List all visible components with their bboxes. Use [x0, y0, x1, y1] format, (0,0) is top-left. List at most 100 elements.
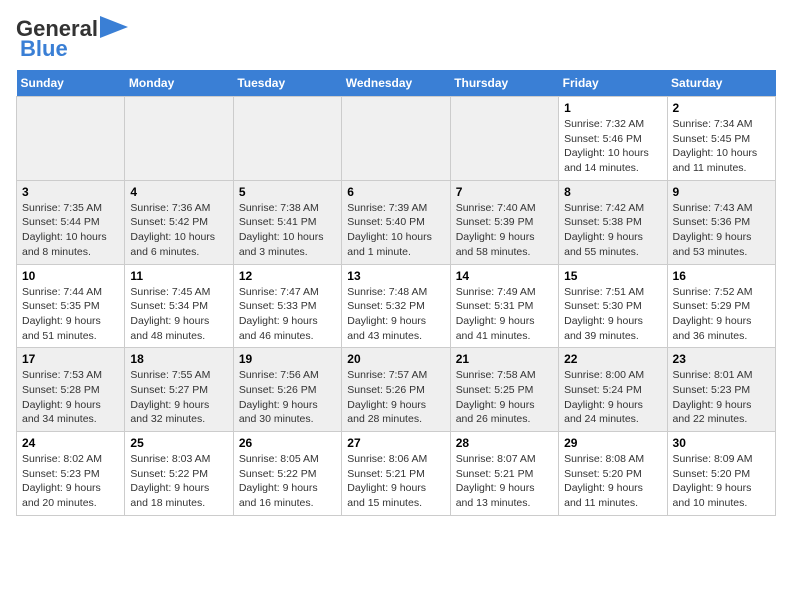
- calendar-cell: 15 Sunrise: 7:51 AM Sunset: 5:30 PM Dayli…: [559, 264, 667, 348]
- calendar-cell: 23 Sunrise: 8:01 AM Sunset: 5:23 PM Dayli…: [667, 348, 775, 432]
- day-info: Sunrise: 7:44 AM Sunset: 5:35 PM Dayligh…: [22, 285, 119, 344]
- calendar-cell: 25Sunrise: 8:03 AM Sunset: 5:22 PM Dayli…: [125, 432, 233, 516]
- day-number: 2: [673, 101, 770, 115]
- logo: General Blue: [16, 16, 128, 62]
- day-info: Sunrise: 7:56 AM Sunset: 5:26 PM Dayligh…: [239, 368, 336, 427]
- day-number: 6: [347, 185, 444, 199]
- calendar-cell: 16Sunrise: 7:52 AM Sunset: 5:29 PM Dayli…: [667, 264, 775, 348]
- day-number: 4: [130, 185, 227, 199]
- day-number: 28: [456, 436, 553, 450]
- calendar-week-row: 1 Sunrise: 7:32 AM Sunset: 5:46 PM Daylig…: [17, 97, 776, 181]
- day-number: 27: [347, 436, 444, 450]
- day-info: Sunrise: 7:48 AM Sunset: 5:32 PM Dayligh…: [347, 285, 444, 344]
- calendar-cell: 19Sunrise: 7:56 AM Sunset: 5:26 PM Dayli…: [233, 348, 341, 432]
- day-number: 15: [564, 269, 661, 283]
- weekday-header-saturday: Saturday: [667, 70, 775, 97]
- calendar-cell: 13 Sunrise: 7:48 AM Sunset: 5:32 PM Dayli…: [342, 264, 450, 348]
- day-number: 18: [130, 352, 227, 366]
- day-info: Sunrise: 7:42 AM Sunset: 5:38 PM Dayligh…: [564, 201, 661, 260]
- calendar-cell: 27Sunrise: 8:06 AM Sunset: 5:21 PM Dayli…: [342, 432, 450, 516]
- day-info: Sunrise: 7:36 AM Sunset: 5:42 PM Dayligh…: [130, 201, 227, 260]
- day-number: 14: [456, 269, 553, 283]
- day-number: 21: [456, 352, 553, 366]
- day-info: Sunrise: 8:01 AM Sunset: 5:23 PM Dayligh…: [673, 368, 770, 427]
- day-number: 13: [347, 269, 444, 283]
- weekday-header-thursday: Thursday: [450, 70, 558, 97]
- calendar-cell: 17Sunrise: 7:53 AM Sunset: 5:28 PM Dayli…: [17, 348, 125, 432]
- day-info: Sunrise: 7:53 AM Sunset: 5:28 PM Dayligh…: [22, 368, 119, 427]
- day-info: Sunrise: 8:07 AM Sunset: 5:21 PM Dayligh…: [456, 452, 553, 511]
- day-number: 22: [564, 352, 661, 366]
- weekday-header-monday: Monday: [125, 70, 233, 97]
- day-number: 9: [673, 185, 770, 199]
- calendar-cell: 29 Sunrise: 8:08 AM Sunset: 5:20 PM Dayli…: [559, 432, 667, 516]
- calendar-cell: 12 Sunrise: 7:47 AM Sunset: 5:33 PM Dayli…: [233, 264, 341, 348]
- calendar-week-row: 24 Sunrise: 8:02 AM Sunset: 5:23 PM Dayli…: [17, 432, 776, 516]
- day-info: Sunrise: 7:40 AM Sunset: 5:39 PM Dayligh…: [456, 201, 553, 260]
- weekday-header-wednesday: Wednesday: [342, 70, 450, 97]
- day-info: Sunrise: 8:08 AM Sunset: 5:20 PM Dayligh…: [564, 452, 661, 511]
- calendar-cell: 9 Sunrise: 7:43 AM Sunset: 5:36 PM Daylig…: [667, 180, 775, 264]
- calendar-cell: 28 Sunrise: 8:07 AM Sunset: 5:21 PM Dayli…: [450, 432, 558, 516]
- calendar-cell: 7 Sunrise: 7:40 AM Sunset: 5:39 PM Daylig…: [450, 180, 558, 264]
- day-number: 10: [22, 269, 119, 283]
- day-number: 23: [673, 352, 770, 366]
- day-number: 1: [564, 101, 661, 115]
- day-number: 11: [130, 269, 227, 283]
- weekday-header-tuesday: Tuesday: [233, 70, 341, 97]
- calendar-table: SundayMondayTuesdayWednesdayThursdayFrid…: [16, 70, 776, 516]
- calendar-cell: 18 Sunrise: 7:55 AM Sunset: 5:27 PM Dayli…: [125, 348, 233, 432]
- calendar-cell: 22 Sunrise: 8:00 AM Sunset: 5:24 PM Dayli…: [559, 348, 667, 432]
- calendar-cell: 14 Sunrise: 7:49 AM Sunset: 5:31 PM Dayli…: [450, 264, 558, 348]
- calendar-week-row: 17Sunrise: 7:53 AM Sunset: 5:28 PM Dayli…: [17, 348, 776, 432]
- day-info: Sunrise: 7:45 AM Sunset: 5:34 PM Dayligh…: [130, 285, 227, 344]
- day-number: 30: [673, 436, 770, 450]
- day-number: 5: [239, 185, 336, 199]
- day-number: 25: [130, 436, 227, 450]
- day-info: Sunrise: 7:49 AM Sunset: 5:31 PM Dayligh…: [456, 285, 553, 344]
- calendar-cell: 20Sunrise: 7:57 AM Sunset: 5:26 PM Dayli…: [342, 348, 450, 432]
- calendar-cell: 30Sunrise: 8:09 AM Sunset: 5:20 PM Dayli…: [667, 432, 775, 516]
- day-info: Sunrise: 7:43 AM Sunset: 5:36 PM Dayligh…: [673, 201, 770, 260]
- day-info: Sunrise: 8:02 AM Sunset: 5:23 PM Dayligh…: [22, 452, 119, 511]
- calendar-cell: [233, 97, 341, 181]
- calendar-cell: 3 Sunrise: 7:35 AM Sunset: 5:44 PM Daylig…: [17, 180, 125, 264]
- calendar-cell: [342, 97, 450, 181]
- day-info: Sunrise: 7:47 AM Sunset: 5:33 PM Dayligh…: [239, 285, 336, 344]
- day-number: 7: [456, 185, 553, 199]
- calendar-cell: 1 Sunrise: 7:32 AM Sunset: 5:46 PM Daylig…: [559, 97, 667, 181]
- calendar-cell: 4 Sunrise: 7:36 AM Sunset: 5:42 PM Daylig…: [125, 180, 233, 264]
- calendar-cell: 26 Sunrise: 8:05 AM Sunset: 5:22 PM Dayli…: [233, 432, 341, 516]
- day-number: 8: [564, 185, 661, 199]
- calendar-cell: [17, 97, 125, 181]
- day-info: Sunrise: 7:51 AM Sunset: 5:30 PM Dayligh…: [564, 285, 661, 344]
- day-info: Sunrise: 7:35 AM Sunset: 5:44 PM Dayligh…: [22, 201, 119, 260]
- day-info: Sunrise: 7:39 AM Sunset: 5:40 PM Dayligh…: [347, 201, 444, 260]
- calendar-week-row: 3 Sunrise: 7:35 AM Sunset: 5:44 PM Daylig…: [17, 180, 776, 264]
- calendar-cell: 6 Sunrise: 7:39 AM Sunset: 5:40 PM Daylig…: [342, 180, 450, 264]
- calendar-cell: 11 Sunrise: 7:45 AM Sunset: 5:34 PM Dayli…: [125, 264, 233, 348]
- day-number: 24: [22, 436, 119, 450]
- day-number: 26: [239, 436, 336, 450]
- calendar-week-row: 10 Sunrise: 7:44 AM Sunset: 5:35 PM Dayli…: [17, 264, 776, 348]
- calendar-cell: 24 Sunrise: 8:02 AM Sunset: 5:23 PM Dayli…: [17, 432, 125, 516]
- weekday-header-friday: Friday: [559, 70, 667, 97]
- day-info: Sunrise: 7:58 AM Sunset: 5:25 PM Dayligh…: [456, 368, 553, 427]
- calendar-cell: 8 Sunrise: 7:42 AM Sunset: 5:38 PM Daylig…: [559, 180, 667, 264]
- day-info: Sunrise: 8:05 AM Sunset: 5:22 PM Dayligh…: [239, 452, 336, 511]
- day-number: 29: [564, 436, 661, 450]
- day-info: Sunrise: 7:34 AM Sunset: 5:45 PM Dayligh…: [673, 117, 770, 176]
- day-number: 12: [239, 269, 336, 283]
- logo-blue: Blue: [20, 36, 68, 62]
- day-info: Sunrise: 7:55 AM Sunset: 5:27 PM Dayligh…: [130, 368, 227, 427]
- calendar-cell: [450, 97, 558, 181]
- day-info: Sunrise: 8:00 AM Sunset: 5:24 PM Dayligh…: [564, 368, 661, 427]
- page-header: General Blue: [16, 16, 776, 62]
- logo-arrow-icon: [100, 16, 128, 38]
- day-number: 3: [22, 185, 119, 199]
- calendar-cell: 10 Sunrise: 7:44 AM Sunset: 5:35 PM Dayli…: [17, 264, 125, 348]
- day-info: Sunrise: 7:52 AM Sunset: 5:29 PM Dayligh…: [673, 285, 770, 344]
- day-info: Sunrise: 7:32 AM Sunset: 5:46 PM Dayligh…: [564, 117, 661, 176]
- calendar-cell: 5Sunrise: 7:38 AM Sunset: 5:41 PM Daylig…: [233, 180, 341, 264]
- calendar-cell: [125, 97, 233, 181]
